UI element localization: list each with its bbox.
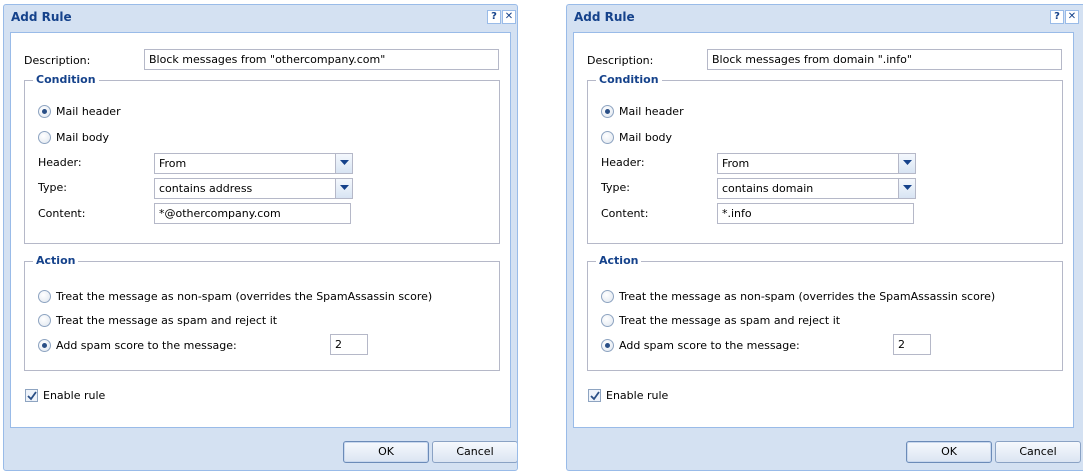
condition-legend: Condition [33,73,99,86]
dialog-titlebar[interactable]: Add Rule ? ✕ [567,5,1083,29]
mail-body-label[interactable]: Mail body [56,131,109,144]
dialog-body: Description: Block messages from domain … [573,32,1074,428]
add-score-radio[interactable] [38,339,51,352]
dialog-titlebar[interactable]: Add Rule ? ✕ [4,5,517,29]
help-icon[interactable]: ? [487,10,501,24]
mail-body-label[interactable]: Mail body [619,131,672,144]
mail-body-radio[interactable] [38,131,51,144]
header-label: Header: [601,156,645,169]
condition-legend: Condition [596,73,662,86]
content-field[interactable]: *.info [717,203,914,224]
add-rule-dialog: Add Rule ? ✕ Description: Block messages… [566,4,1083,471]
add-score-label[interactable]: Add spam score to the message: [619,339,800,352]
ok-button[interactable]: OK [906,441,992,463]
header-select[interactable]: From [717,153,916,174]
chevron-down-icon[interactable] [335,179,352,198]
header-label: Header: [38,156,82,169]
mail-header-label[interactable]: Mail header [619,105,684,118]
description-field[interactable]: Block messages from "othercompany.com" [144,49,499,70]
ok-button[interactable]: OK [343,441,429,463]
chevron-down-icon[interactable] [335,154,352,173]
chevron-down-icon[interactable] [898,154,915,173]
mail-header-radio[interactable] [601,105,614,118]
non-spam-label[interactable]: Treat the message as non-spam (overrides… [619,290,995,303]
non-spam-label[interactable]: Treat the message as non-spam (overrides… [56,290,432,303]
add-score-label[interactable]: Add spam score to the message: [56,339,237,352]
mail-header-radio[interactable] [38,105,51,118]
close-icon[interactable]: ✕ [502,10,516,24]
type-select[interactable]: contains address [154,178,353,199]
spam-score-field[interactable]: 2 [330,334,368,355]
add-score-radio[interactable] [601,339,614,352]
cancel-button[interactable]: Cancel [995,441,1081,463]
type-select-value: contains address [159,182,253,195]
cancel-button[interactable]: Cancel [432,441,517,463]
header-select-value: From [159,157,187,170]
mail-header-label[interactable]: Mail header [56,105,121,118]
enable-rule-label[interactable]: Enable rule [43,389,105,402]
non-spam-radio[interactable] [601,290,614,303]
reject-spam-label[interactable]: Treat the message as spam and reject it [56,314,277,327]
enable-rule-checkbox[interactable] [25,389,38,402]
chevron-down-icon[interactable] [898,179,915,198]
help-icon[interactable]: ? [1050,10,1064,24]
type-select-value: contains domain [722,182,814,195]
header-select[interactable]: From [154,153,353,174]
content-label: Content: [601,207,649,220]
add-rule-dialog: Add Rule ? ✕ Description: Block messages… [3,4,518,471]
type-label: Type: [38,181,67,194]
description-field[interactable]: Block messages from domain ".info" [707,49,1062,70]
dialog-title: Add Rule [11,10,72,24]
action-legend: Action [33,254,79,267]
description-label: Description: [24,54,91,67]
type-select[interactable]: contains domain [717,178,916,199]
condition-fieldset: Condition Mail header Mail body Header: … [24,73,500,244]
action-legend: Action [596,254,642,267]
content-label: Content: [38,207,86,220]
type-label: Type: [601,181,630,194]
reject-spam-radio[interactable] [38,314,51,327]
header-select-value: From [722,157,750,170]
dialog-body: Description: Block messages from "otherc… [10,32,511,428]
action-fieldset: Action Treat the message as non-spam (ov… [24,254,500,371]
dialog-title: Add Rule [574,10,635,24]
enable-rule-label[interactable]: Enable rule [606,389,668,402]
description-label: Description: [587,54,654,67]
non-spam-radio[interactable] [38,290,51,303]
reject-spam-radio[interactable] [601,314,614,327]
mail-body-radio[interactable] [601,131,614,144]
content-field[interactable]: *@othercompany.com [154,203,351,224]
checkmark-icon [27,391,37,401]
enable-rule-checkbox[interactable] [588,389,601,402]
action-fieldset: Action Treat the message as non-spam (ov… [587,254,1063,371]
reject-spam-label[interactable]: Treat the message as spam and reject it [619,314,840,327]
checkmark-icon [590,391,600,401]
condition-fieldset: Condition Mail header Mail body Header: … [587,73,1063,244]
close-icon[interactable]: ✕ [1065,10,1079,24]
spam-score-field[interactable]: 2 [893,334,931,355]
